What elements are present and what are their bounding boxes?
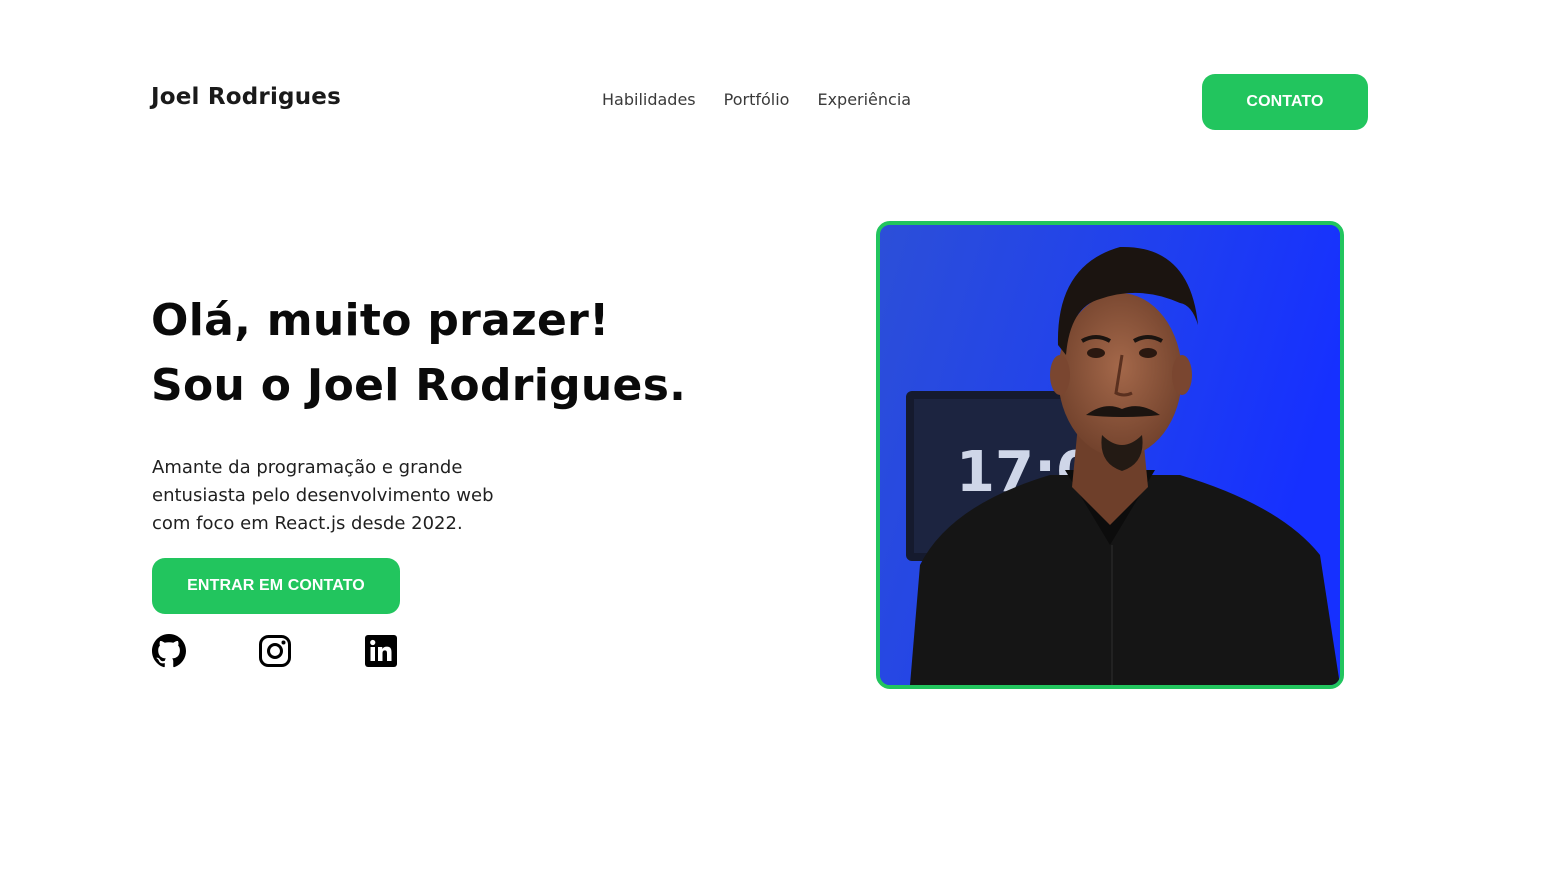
linkedin-icon[interactable] [364, 634, 398, 668]
nav-link-experiencia[interactable]: Experiência [817, 90, 911, 109]
hero-title: Olá, muito prazer! Sou o Joel Rodrigues. [151, 288, 686, 418]
hero-title-line-2: Sou o Joel Rodrigues. [151, 360, 687, 411]
github-icon[interactable] [152, 634, 186, 668]
main-nav: Habilidades Portfólio Experiência [602, 90, 911, 109]
instagram-icon[interactable] [258, 634, 292, 668]
hero-description: Amante da programação e grande entusiast… [152, 457, 494, 534]
profile-photo-illustration: 17:00 [880, 225, 1340, 685]
social-links [152, 634, 398, 668]
nav-link-portfolio[interactable]: Portfólio [724, 90, 790, 109]
get-in-touch-button[interactable]: ENTRAR EM CONTATO [152, 558, 400, 614]
site-logo[interactable]: Joel Rodrigues [151, 84, 341, 110]
hero-title-line-1: Olá, muito prazer! [151, 295, 610, 346]
nav-link-habilidades[interactable]: Habilidades [602, 90, 696, 109]
profile-photo: 17:00 [876, 221, 1344, 689]
contact-button[interactable]: CONTATO [1202, 74, 1368, 130]
site-header: Joel Rodrigues Habilidades Portfólio Exp… [0, 0, 1553, 200]
